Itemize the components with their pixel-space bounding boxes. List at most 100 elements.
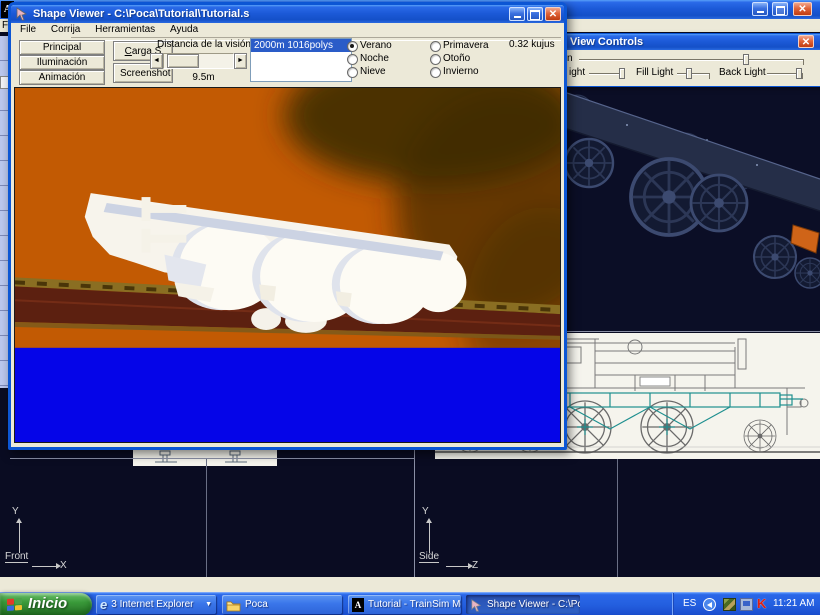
restore-icon[interactable] [772, 2, 788, 16]
maximize-icon[interactable] [527, 7, 543, 21]
side-center-line [617, 459, 618, 577]
close-glyph: ✕ [549, 9, 557, 20]
view-controls-row1-label: n [567, 53, 573, 65]
minimize-icon[interactable] [752, 2, 768, 16]
menu-file[interactable]: File [14, 23, 42, 36]
menu-corrija[interactable]: Corrija [45, 23, 86, 36]
front-axis-x-label: X [60, 560, 67, 571]
minimize-glyph [514, 16, 521, 18]
shape-viewer-window: Shape Viewer - C:\Poca\Tutorial\Tutorial… [8, 2, 567, 450]
fill-light-slider[interactable] [677, 73, 709, 75]
side-axis-y-label: Y [422, 506, 429, 517]
main-light-slider[interactable] [579, 59, 803, 61]
windows-flag-icon [7, 597, 24, 612]
view-controls-title: View Controls [563, 36, 643, 48]
distance-slider-left-arrow[interactable]: ◄ [150, 53, 163, 69]
menu-herramientas[interactable]: Herramientas [89, 23, 161, 36]
language-indicator[interactable]: ES [683, 598, 696, 609]
water-ground [15, 348, 560, 442]
clock[interactable]: 11:21 AM [773, 598, 815, 609]
close-glyph: ✕ [798, 4, 806, 15]
lod-item-selected[interactable]: 2000m 1016polys [251, 39, 351, 52]
kaspersky-icon[interactable]: K [757, 596, 766, 611]
tray-app-icon[interactable] [723, 598, 736, 611]
radio-verano-label[interactable]: Verano [360, 40, 392, 51]
view-distance-value: 9.5m [171, 72, 236, 83]
maximize-glyph [530, 10, 540, 20]
front-ground-line [10, 458, 414, 459]
restore-glyph [776, 6, 785, 15]
view-controls-titlebar[interactable]: View Controls ✕ [563, 34, 820, 50]
modeler-perspective-viewport[interactable] [567, 85, 820, 331]
taskbar-button-poca[interactable]: Poca [222, 595, 342, 614]
system-tray: ES K 11:21 AM [672, 593, 820, 615]
view-controls-window: View Controls ✕ n ight Fill Light Back L… [562, 33, 820, 87]
radio-nieve[interactable] [347, 67, 358, 78]
shape-viewer-toolbar: Principal Iluminación Animación Carga S … [11, 37, 564, 89]
taskbar-button-shape-viewer[interactable]: Shape Viewer - C:\Po... [466, 595, 580, 614]
menu-ayuda[interactable]: Ayuda [164, 23, 204, 36]
fill-light-slider-thumb[interactable] [686, 68, 692, 79]
front-axis-y-label: Y [12, 506, 19, 517]
fps-readout: 0.32 kujus [509, 39, 563, 50]
distance-slider-thumb[interactable] [167, 54, 199, 68]
task-label: Poca [245, 599, 268, 610]
radio-noche[interactable] [347, 54, 358, 65]
start-label: Inicio [28, 595, 67, 612]
key-light-slider-thumb[interactable] [619, 68, 625, 79]
folder-icon [226, 600, 241, 612]
tray-display-icon[interactable] [740, 598, 753, 611]
radio-verano[interactable] [347, 41, 358, 52]
load-shape-accel: C [125, 46, 132, 57]
radio-otono-label[interactable]: Otoño [443, 53, 470, 64]
lod-listbox[interactable]: 2000m 1016polys [250, 38, 352, 82]
close-icon[interactable]: ✕ [798, 35, 814, 48]
shape-viewer-menubar: File Corrija Herramientas Ayuda [11, 23, 564, 37]
close-glyph: ✕ [802, 37, 810, 48]
task-label: Shape Viewer - C:\Po... [487, 599, 580, 610]
tab-animacion[interactable]: Animación [19, 70, 105, 85]
front-axis-x-line [32, 566, 56, 567]
front-axis-y-line [19, 523, 20, 553]
back-light-label: Back Light [719, 67, 766, 79]
hide-icons-chevron-icon[interactable] [703, 598, 716, 611]
main-light-slider-thumb[interactable] [743, 54, 749, 65]
render-canvas [15, 88, 560, 442]
side-axis-z-line [446, 566, 468, 567]
tab-iluminacion[interactable]: Iluminación [19, 55, 105, 70]
front-view-label: Front [5, 551, 28, 563]
close-icon[interactable]: ✕ [545, 7, 561, 21]
minimize-icon[interactable] [509, 7, 525, 21]
shape-viewer-titlebar[interactable]: Shape Viewer - C:\Poca\Tutorial\Tutorial… [11, 5, 564, 23]
front-center-line [206, 459, 207, 577]
side-axis-y-line [429, 523, 430, 553]
side-view-label: Side [419, 551, 439, 563]
radio-noche-label[interactable]: Noche [360, 53, 389, 64]
radio-otono[interactable] [430, 54, 441, 65]
radio-primavera[interactable] [430, 41, 441, 52]
radio-primavera-label[interactable]: Primavera [443, 40, 489, 51]
slider-endcap [802, 73, 803, 79]
close-icon[interactable]: ✕ [793, 2, 812, 16]
internet-explorer-icon: e [100, 596, 107, 613]
start-button[interactable]: Inicio [0, 593, 92, 615]
chevron-down-icon[interactable]: ▼ [205, 595, 212, 614]
fill-light-label: Fill Light [636, 67, 673, 79]
radio-nieve-label[interactable]: Nieve [360, 66, 386, 77]
radio-invierno[interactable] [430, 67, 441, 78]
radio-invierno-label[interactable]: Invierno [443, 66, 479, 77]
taskbar-button-internet-explorer[interactable]: e3 Internet Explorer ▼ [96, 595, 216, 614]
shape-viewer-3d-viewport[interactable] [14, 87, 561, 443]
back-light-slider-thumb[interactable] [796, 68, 802, 79]
key-light-label: ight [569, 67, 585, 79]
taskbar-button-trainsim-modeler[interactable]: A Tutorial - TrainSim Mo... [348, 595, 461, 614]
trainsim-icon: A [352, 598, 364, 612]
perspective-canvas [567, 85, 820, 331]
task-label: Tutorial - TrainSim Mo... [368, 599, 461, 610]
distance-slider-right-arrow[interactable]: ► [234, 53, 247, 69]
slider-endcap [709, 73, 710, 79]
tab-principal[interactable]: Principal [19, 40, 105, 55]
minimize-glyph [757, 11, 764, 13]
view-distance-label: Distancia de la visión [149, 39, 259, 50]
side-axis-z-label: Z [472, 560, 478, 571]
